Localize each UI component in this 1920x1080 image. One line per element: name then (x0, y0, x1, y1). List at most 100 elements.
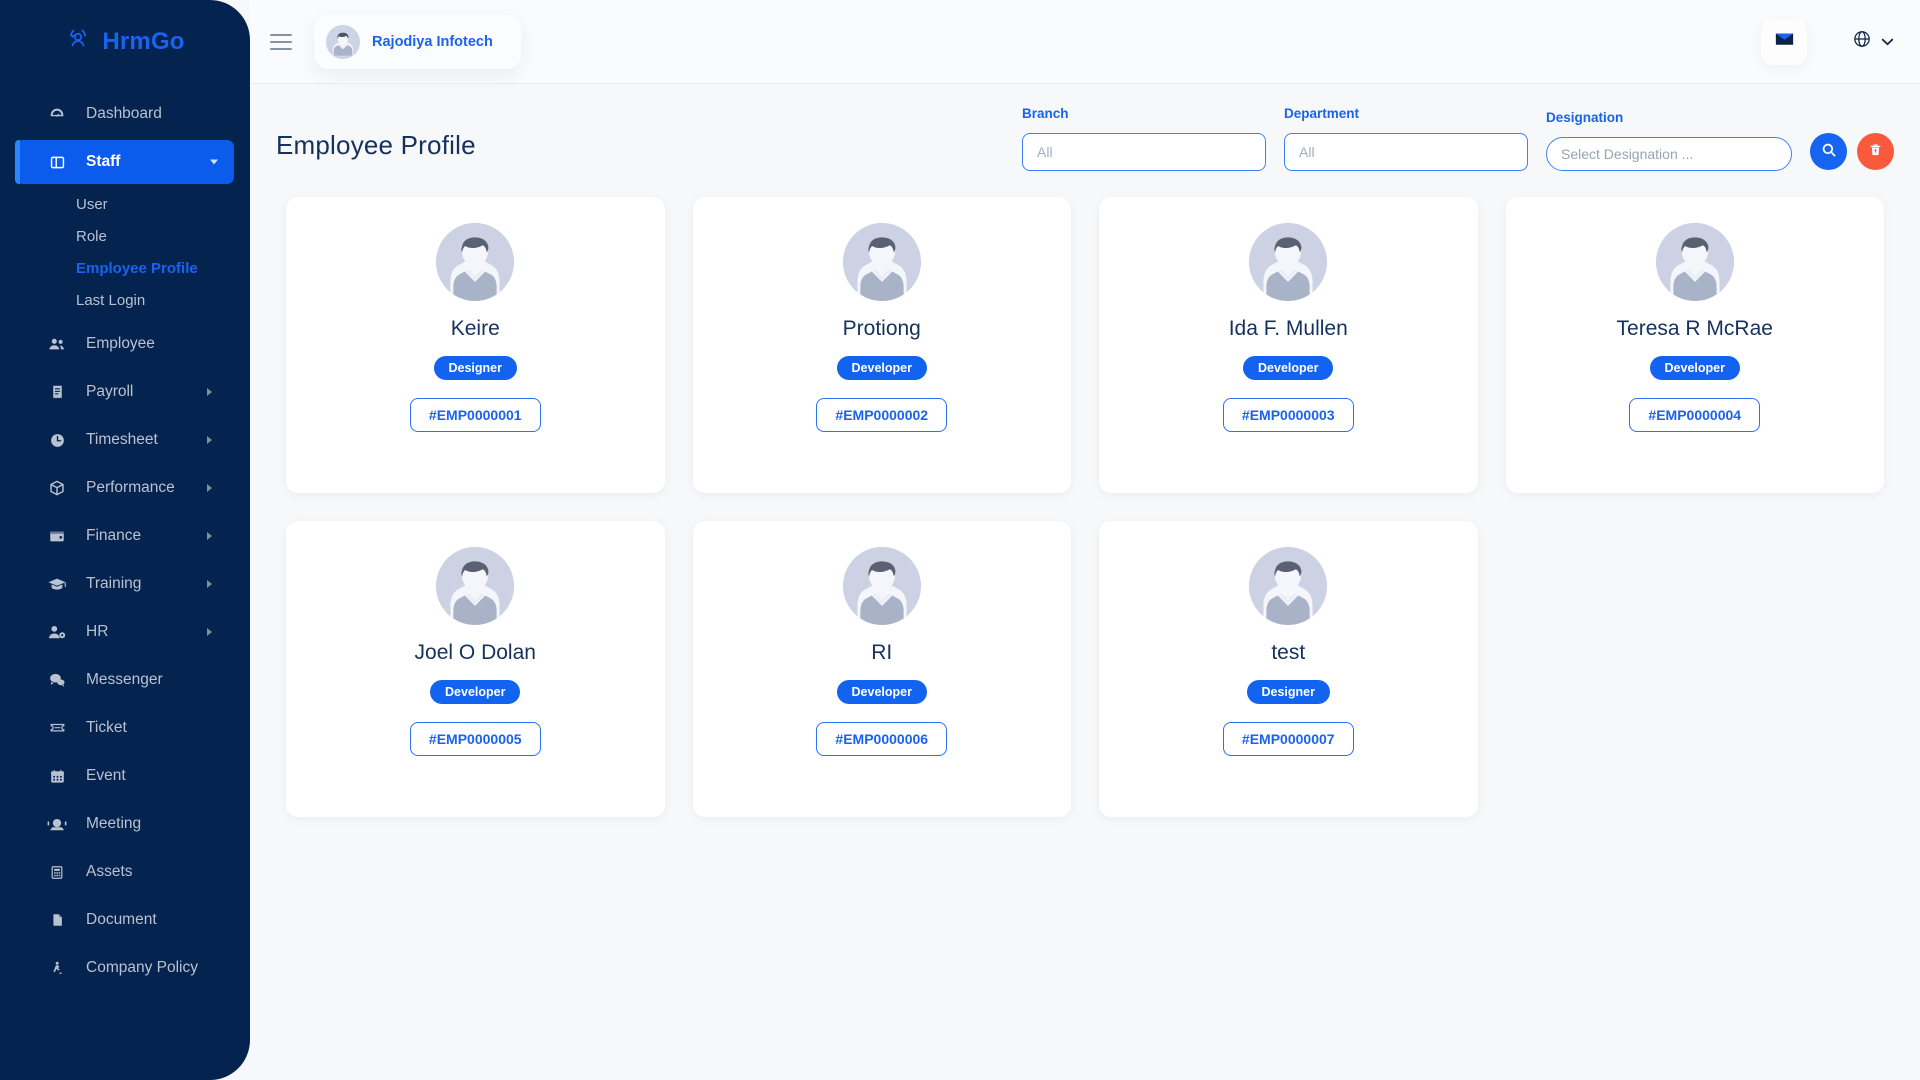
sidebar-subitem-label: Last Login (76, 291, 146, 309)
brand-name: HrmGo (102, 28, 185, 55)
sidebar-item-label: Meeting (86, 815, 142, 832)
mail-button[interactable] (1761, 18, 1807, 65)
sidebar-item-messenger[interactable]: Messenger (16, 658, 234, 702)
employee-role-badge: Developer (1243, 356, 1334, 381)
sidebar-subitem-label: Employee Profile (76, 259, 198, 277)
clock-icon (46, 430, 68, 450)
sidebar-item-training[interactable]: Training (16, 562, 234, 606)
employee-id-button[interactable]: #EMP0000007 (1222, 722, 1354, 757)
sidebar-item-hr[interactable]: HR (16, 610, 234, 654)
sidebar-subitem-label: Role (76, 227, 107, 245)
company-name: Rajodiya Infotech (372, 33, 493, 50)
sidebar-item-label: Payroll (86, 383, 134, 400)
box-icon (46, 478, 68, 498)
chevron-right-icon (207, 484, 212, 492)
employee-icon (46, 334, 68, 354)
employee-id-button[interactable]: #EMP0000003 (1222, 398, 1354, 433)
employee-role-badge: Designer (433, 356, 517, 381)
sidebar-item-assets[interactable]: Assets (16, 850, 234, 894)
designation-label: Designation (1546, 110, 1624, 125)
user-avatar-icon (436, 223, 515, 301)
employee-name: RI (871, 641, 893, 664)
sidebar-item-label: Staff (86, 153, 121, 170)
employee-id-button[interactable]: #EMP0000006 (816, 722, 948, 757)
sidebar-item-finance[interactable]: Finance (16, 514, 234, 558)
employee-card[interactable]: Protiong Developer #EMP0000002 (692, 197, 1071, 493)
topbar: Rajodiya Infotech (250, 0, 1920, 84)
sidebar-item-company-policy[interactable]: Company Policy (16, 946, 234, 990)
employee-id-button[interactable]: #EMP0000004 (1629, 398, 1761, 433)
brand-logo[interactable]: HrmGo (0, 0, 250, 84)
filter-actions (1810, 133, 1894, 171)
sidebar-item-employee-profile[interactable]: Employee Profile (16, 252, 234, 284)
sidebar-item-performance[interactable]: Performance (16, 466, 234, 510)
language-selector[interactable] (1853, 30, 1894, 53)
employee-id-button[interactable]: #EMP0000001 (409, 398, 541, 433)
sidebar-item-last-login[interactable]: Last Login (16, 284, 234, 316)
staff-icon (46, 152, 68, 172)
sidebar-item-label: Messenger (86, 671, 163, 688)
trash-icon (1868, 142, 1883, 161)
designation-select[interactable] (1546, 137, 1792, 171)
branch-label: Branch (1022, 106, 1069, 121)
sidebar-item-label: Employee (86, 335, 155, 352)
user-gear-icon (46, 622, 68, 642)
sidebar-item-staff[interactable]: Staff (15, 140, 234, 184)
search-button[interactable] (1810, 133, 1847, 170)
sidebar-item-meeting[interactable]: Meeting (16, 802, 234, 846)
employee-card[interactable]: test Designer #EMP0000007 (1099, 521, 1478, 817)
page-title: Employee Profile (276, 130, 476, 160)
sidebar-item-label: Training (86, 575, 142, 592)
envelope-icon (1775, 32, 1794, 51)
payroll-icon (46, 382, 68, 402)
sidebar-item-label: Finance (86, 527, 142, 544)
sidebar-item-employee[interactable]: Employee (16, 322, 234, 366)
sidebar-item-user[interactable]: User (16, 188, 234, 220)
hrmgo-logo-icon (65, 27, 95, 57)
sidebar-item-document[interactable]: Document (16, 898, 234, 942)
sidebar-item-ticket[interactable]: Ticket (16, 706, 234, 750)
branch-input[interactable] (1022, 133, 1266, 171)
hamburger-icon[interactable] (270, 33, 292, 50)
filter-branch: Branch (1022, 106, 1266, 171)
employee-id-button[interactable]: #EMP0000002 (816, 398, 948, 433)
department-label: Department (1284, 106, 1360, 121)
sidebar-item-label: Dashboard (86, 105, 162, 122)
employee-name: Joel O Dolan (414, 641, 536, 664)
sidebar-item-dashboard[interactable]: Dashboard (16, 92, 234, 136)
sidebar-item-label: Company Policy (86, 959, 198, 976)
employee-card[interactable]: Keire Designer #EMP0000001 (286, 197, 665, 493)
sidebar-item-label: Assets (86, 863, 133, 880)
sidebar-item-label: Document (86, 911, 157, 928)
employee-card[interactable]: Joel O Dolan Developer #EMP0000005 (286, 521, 665, 817)
sidebar-item-event[interactable]: Event (16, 754, 234, 798)
department-input[interactable] (1284, 133, 1528, 171)
employee-role-badge: Developer (430, 680, 521, 705)
employee-id-button[interactable]: #EMP0000005 (409, 722, 541, 757)
sidebar-item-timesheet[interactable]: Timesheet (16, 418, 234, 462)
filter-bar: Branch Department Designation (1022, 106, 1894, 171)
sidebar-item-payroll[interactable]: Payroll (16, 370, 234, 414)
employee-card[interactable]: Ida F. Mullen Developer #EMP0000003 (1099, 197, 1478, 493)
filter-designation: Designation (1546, 110, 1792, 171)
employee-role-badge: Developer (836, 356, 927, 381)
employee-card[interactable]: Teresa R McRae Developer #EMP0000004 (1505, 197, 1884, 493)
employee-card[interactable]: RI Developer #EMP0000006 (692, 521, 1071, 817)
company-switcher[interactable]: Rajodiya Infotech (314, 14, 521, 69)
chevron-right-icon (207, 628, 212, 636)
sidebar: HrmGo Dashboard Staff User Role Employee… (0, 0, 250, 1080)
employee-card-wrapper: Teresa R McRae Developer #EMP0000004 (1492, 197, 1899, 521)
employee-role-badge: Designer (1246, 680, 1330, 705)
employee-name: test (1271, 641, 1306, 664)
user-avatar-icon (842, 547, 921, 625)
sidebar-item-label: HR (86, 623, 109, 640)
employee-card-wrapper: Ida F. Mullen Developer #EMP0000003 (1085, 197, 1492, 521)
chevron-down-icon (210, 159, 218, 165)
chevron-right-icon (207, 436, 212, 444)
chevron-down-icon (1881, 33, 1894, 51)
reset-button[interactable] (1857, 133, 1894, 170)
sidebar-item-role[interactable]: Role (16, 220, 234, 252)
sidebar-item-label: Event (86, 767, 126, 784)
document-icon (46, 910, 68, 930)
sidebar-subitem-label: User (76, 195, 108, 213)
